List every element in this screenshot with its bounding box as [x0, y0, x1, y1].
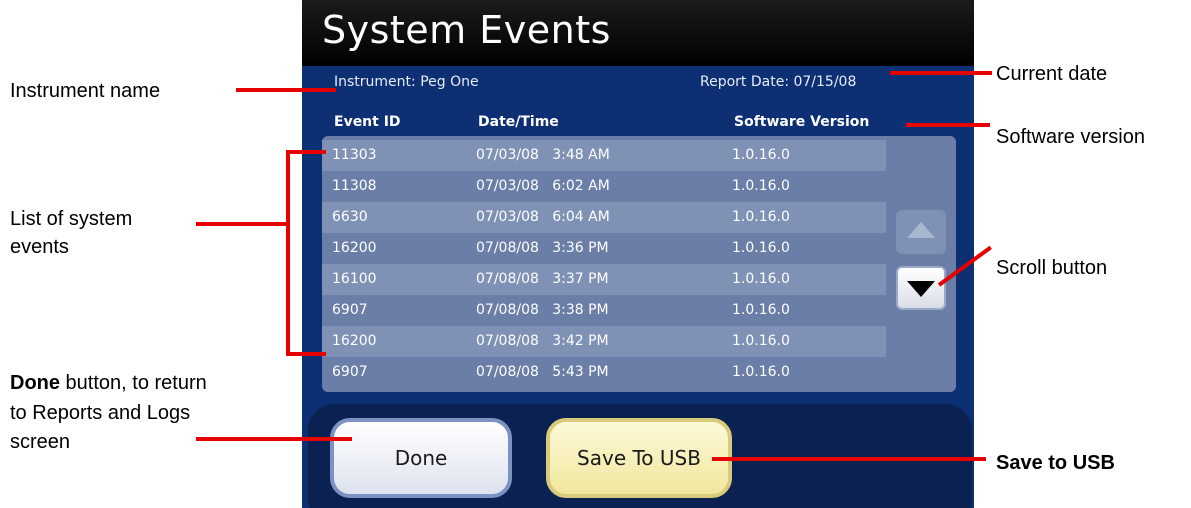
datetime-cell: 07/03/08 6:02 AM [476, 178, 610, 194]
version-cell: 1.0.16.0 [732, 147, 790, 163]
triangle-down-icon [907, 281, 935, 297]
table-row[interactable]: 11308 07/03/08 6:02 AM 1.0.16.0 [322, 171, 886, 202]
version-cell: 1.0.16.0 [732, 333, 790, 349]
datetime-cell: 07/08/08 3:42 PM [476, 333, 609, 349]
callout-line-software [906, 123, 990, 127]
column-header-software-version: Software Version [734, 114, 870, 130]
annotation-done-line3: screen [10, 431, 71, 453]
annotation-software-version: Software version [996, 126, 1145, 148]
table-row[interactable]: 6630 07/03/08 6:04 AM 1.0.16.0 [322, 202, 886, 233]
annotation-done-line1: Done button, to return [10, 372, 207, 395]
datetime-cell: 07/08/08 3:37 PM [476, 271, 609, 287]
scroll-down-button[interactable] [896, 266, 946, 310]
annotation-instrument-name: Instrument name [10, 80, 161, 102]
event-id-cell: 6907 [332, 364, 368, 380]
datetime-cell: 07/08/08 3:36 PM [476, 240, 609, 256]
callout-bracket-top [286, 150, 326, 154]
version-cell: 1.0.16.0 [732, 302, 790, 318]
annotation-scroll-button: Scroll button [996, 257, 1108, 279]
save-to-usb-label: Save To USB [577, 446, 701, 470]
event-id-cell: 16100 [332, 271, 377, 287]
table-row[interactable]: 6907 07/08/08 3:38 PM 1.0.16.0 [322, 295, 886, 326]
page-title: System Events [322, 8, 611, 52]
callout-bracket-bottom [286, 352, 326, 356]
callout-line-list [196, 222, 288, 226]
scroll-up-button[interactable] [896, 210, 946, 254]
table-row[interactable]: 16200 07/08/08 3:36 PM 1.0.16.0 [322, 233, 886, 264]
title-bar: System Events [302, 0, 974, 66]
event-id-cell: 6630 [332, 209, 368, 225]
column-header-datetime: Date/Time [478, 114, 559, 130]
annotation-done-line2: to Reports and Logs [10, 402, 191, 424]
annotation-done-bold: Done [10, 372, 60, 394]
event-id-cell: 16200 [332, 333, 377, 349]
event-list[interactable]: 11303 07/03/08 3:48 AM 1.0.16.0 11308 07… [322, 136, 956, 392]
instrument-label: Instrument: Peg One [334, 74, 479, 90]
version-cell: 1.0.16.0 [732, 209, 790, 225]
table-row[interactable]: 16100 07/08/08 3:37 PM 1.0.16.0 [322, 264, 886, 295]
version-cell: 1.0.16.0 [732, 240, 790, 256]
annotation-current-date: Current date [996, 63, 1108, 85]
version-cell: 1.0.16.0 [732, 364, 790, 380]
annotation-list-line1: List of system [10, 208, 133, 230]
version-cell: 1.0.16.0 [732, 178, 790, 194]
event-id-cell: 11303 [332, 147, 377, 163]
table-row[interactable]: 11303 07/03/08 3:48 AM 1.0.16.0 [322, 140, 886, 171]
done-button-label: Done [394, 446, 448, 470]
annotation-save-usb: Save to USB [996, 452, 1115, 474]
annotation-list-line2: events [10, 236, 69, 258]
done-button[interactable]: Done [330, 418, 512, 498]
version-cell: 1.0.16.0 [732, 271, 790, 287]
save-to-usb-button[interactable]: Save To USB [546, 418, 732, 498]
annotation-done-rest1: button, to return [60, 372, 207, 394]
callout-line-save-usb [712, 457, 986, 461]
event-id-cell: 11308 [332, 178, 377, 194]
triangle-up-icon [907, 222, 935, 238]
callout-line-date [890, 71, 992, 75]
report-date-label: Report Date: 07/15/08 [700, 74, 857, 90]
callout-line-done [196, 437, 352, 441]
datetime-cell: 07/08/08 3:38 PM [476, 302, 609, 318]
callout-bracket-list [286, 150, 290, 356]
callout-line-instrument [236, 88, 336, 92]
system-events-screen: System Events Instrument: Peg One Report… [302, 0, 974, 508]
event-id-cell: 16200 [332, 240, 377, 256]
datetime-cell: 07/03/08 3:48 AM [476, 147, 610, 163]
event-id-cell: 6907 [332, 302, 368, 318]
datetime-cell: 07/03/08 6:04 AM [476, 209, 610, 225]
datetime-cell: 07/08/08 5:43 PM [476, 364, 609, 380]
table-row[interactable]: 6907 07/08/08 5:43 PM 1.0.16.0 [322, 357, 886, 388]
column-header-event-id: Event ID [334, 114, 401, 130]
table-row[interactable]: 16200 07/08/08 3:42 PM 1.0.16.0 [322, 326, 886, 357]
